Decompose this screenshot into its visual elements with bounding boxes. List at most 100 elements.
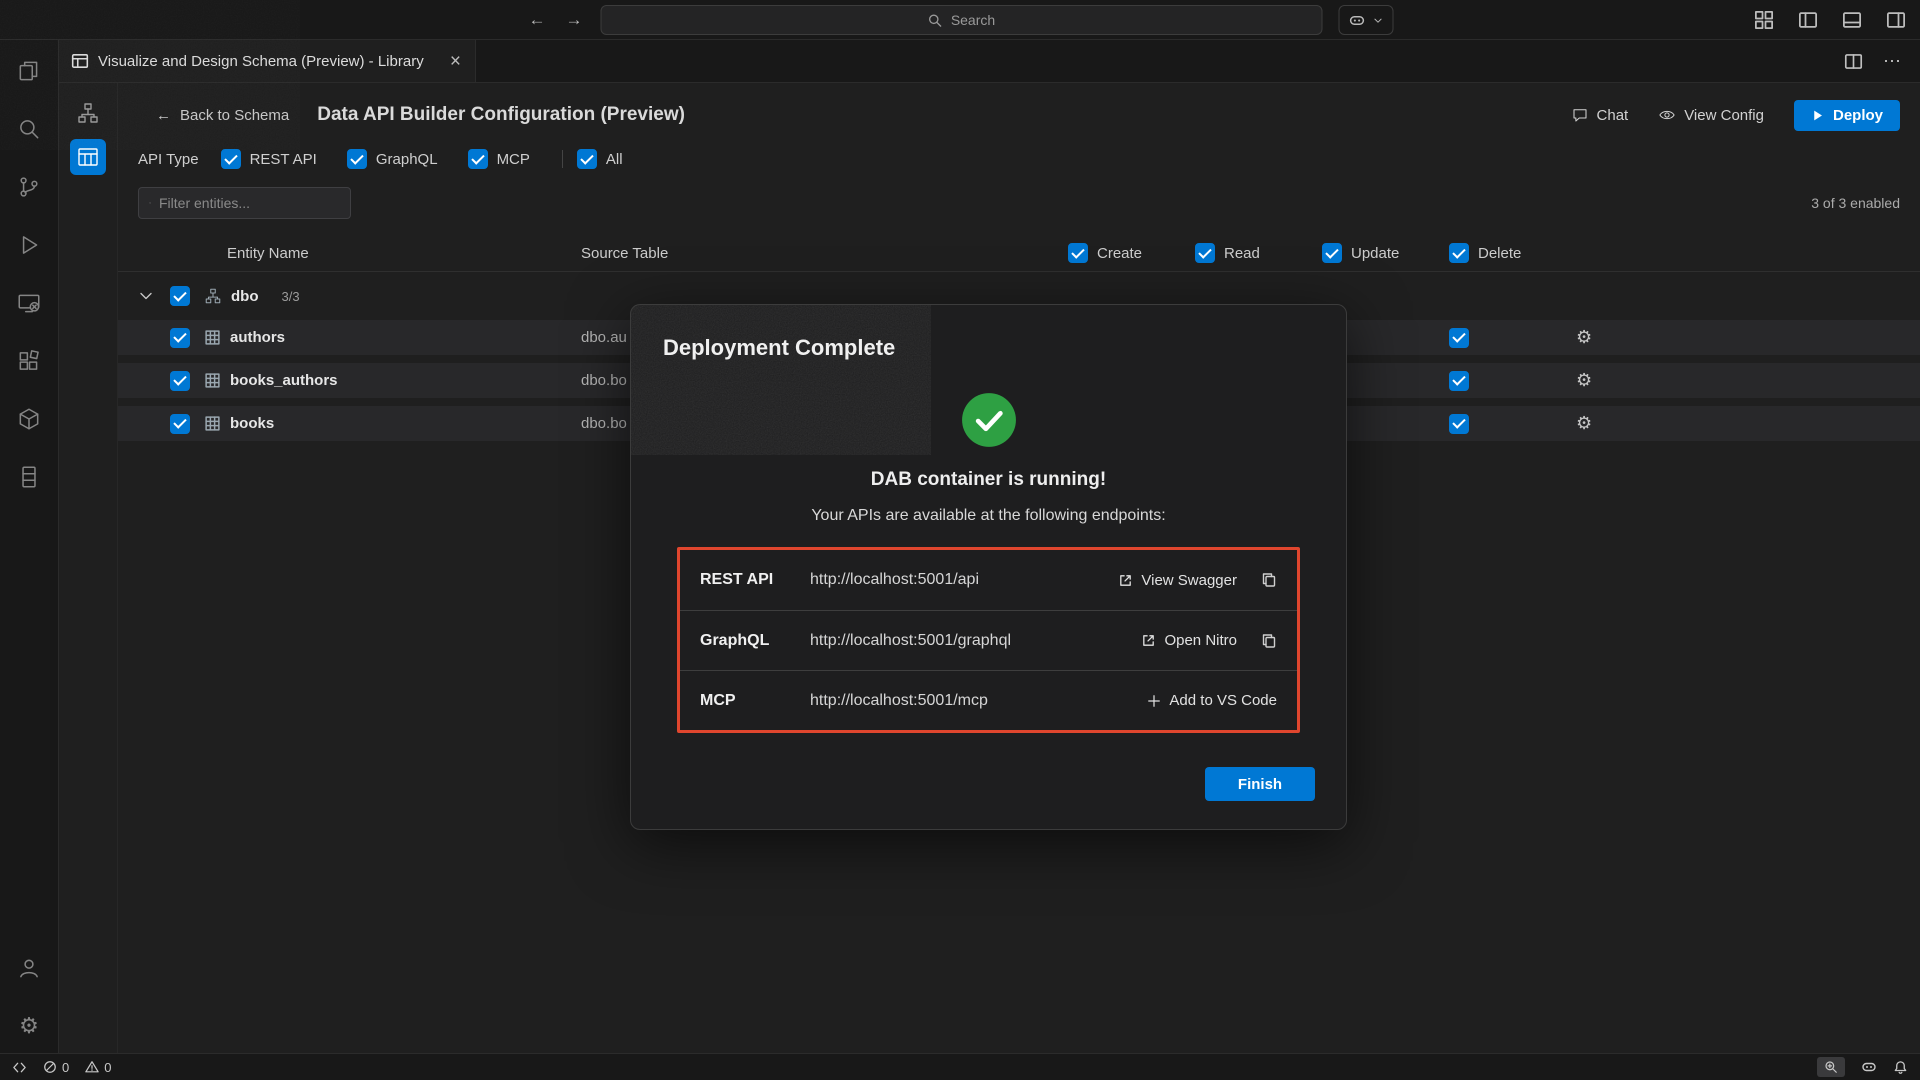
entity-name: books xyxy=(230,415,274,432)
graphql-checkbox[interactable] xyxy=(347,149,367,169)
tab-close-icon[interactable]: × xyxy=(448,52,463,71)
row-checkbox[interactable] xyxy=(170,328,190,348)
copilot-menu-button[interactable] xyxy=(1339,5,1394,35)
group-name: dbo xyxy=(231,288,259,305)
finish-button[interactable]: Finish xyxy=(1205,767,1315,801)
row-settings-gear-icon[interactable]: ⚙ xyxy=(1576,413,1616,434)
warning-icon xyxy=(85,1060,99,1074)
view-config-button[interactable]: View Config xyxy=(1658,106,1764,124)
schema-designer-icon[interactable] xyxy=(70,95,106,131)
remote-explorer-icon[interactable] xyxy=(12,286,46,320)
activity-bar: ⚙ xyxy=(0,40,59,1053)
search-sidebar-icon[interactable] xyxy=(12,112,46,146)
mcp-checkbox[interactable] xyxy=(468,149,488,169)
tab-title: Visualize and Design Schema (Preview) - … xyxy=(98,53,439,70)
container-tools-icon[interactable] xyxy=(12,402,46,436)
toggle-primary-sidebar-icon[interactable] xyxy=(1798,10,1818,30)
errors-indicator[interactable]: 0 xyxy=(43,1060,69,1075)
endpoint-row-rest: REST API http://localhost:5001/api View … xyxy=(680,550,1297,610)
zoom-indicator[interactable] xyxy=(1817,1057,1845,1077)
header-actions: Chat View Config Deploy xyxy=(1571,100,1900,131)
row-settings-gear-icon[interactable]: ⚙ xyxy=(1576,370,1616,391)
chevron-down-icon xyxy=(1373,15,1384,26)
endpoint-row-graphql: GraphQL http://localhost:5001/graphql Op… xyxy=(680,610,1297,670)
row-checkbox[interactable] xyxy=(170,371,190,391)
tab-visualize-design-schema[interactable]: Visualize and Design Schema (Preview) - … xyxy=(59,40,476,82)
filter-entities-field[interactable] xyxy=(138,187,351,219)
page-title: Data API Builder Configuration (Preview) xyxy=(317,104,685,126)
filter-entities-input[interactable] xyxy=(159,195,340,211)
customize-layout-icon[interactable] xyxy=(1754,10,1774,30)
read-header: Read xyxy=(1195,243,1322,263)
back-to-schema-label: Back to Schema xyxy=(180,107,289,124)
collapse-chevron-icon[interactable] xyxy=(138,288,170,304)
delete-checkbox[interactable] xyxy=(1449,414,1469,434)
divider xyxy=(562,150,563,168)
open-nitro-link[interactable]: Open Nitro xyxy=(1141,632,1237,649)
all-checkbox-pair[interactable]: All xyxy=(577,149,623,169)
table-header-row: Entity Name Source Table Create Read Upd… xyxy=(118,235,1920,272)
error-count: 0 xyxy=(62,1060,69,1075)
notifications-bell-icon[interactable] xyxy=(1893,1060,1908,1075)
read-all-checkbox[interactable] xyxy=(1195,243,1215,263)
database-icon[interactable] xyxy=(12,460,46,494)
filter-search-icon xyxy=(149,196,151,210)
back-to-schema-link[interactable]: ← Back to Schema xyxy=(156,107,289,124)
mcp-checkbox-pair[interactable]: MCP xyxy=(468,149,530,169)
remote-indicator-icon[interactable] xyxy=(12,1060,27,1075)
api-type-filter-row: API Type REST API GraphQL MCP xyxy=(118,141,1920,177)
extensions-icon[interactable] xyxy=(12,344,46,378)
rest-api-checkbox[interactable] xyxy=(221,149,241,169)
deploy-button[interactable]: Deploy xyxy=(1794,100,1900,131)
entity-name: authors xyxy=(230,329,285,346)
rest-api-checkbox-pair[interactable]: REST API xyxy=(221,149,317,169)
copilot-status-icon[interactable] xyxy=(1861,1059,1877,1075)
delete-checkbox[interactable] xyxy=(1449,328,1469,348)
update-all-checkbox[interactable] xyxy=(1322,243,1342,263)
play-icon xyxy=(1811,109,1824,122)
eye-icon xyxy=(1658,106,1676,124)
source-control-icon[interactable] xyxy=(12,170,46,204)
table-icon xyxy=(204,415,221,432)
endpoint-url: http://localhost:5001/graphql xyxy=(810,632,1141,650)
graphql-checkbox-pair[interactable]: GraphQL xyxy=(347,149,438,169)
create-all-checkbox[interactable] xyxy=(1068,243,1088,263)
entity-name-header: Entity Name xyxy=(227,245,581,262)
entity-name: books_authors xyxy=(230,372,338,389)
endpoint-name: MCP xyxy=(700,692,810,710)
copy-icon[interactable] xyxy=(1261,633,1277,649)
run-debug-icon[interactable] xyxy=(12,228,46,262)
webview-sidebar xyxy=(59,83,118,1053)
search-input[interactable]: Search xyxy=(601,5,1323,35)
group-checkbox[interactable] xyxy=(170,286,190,306)
chat-button[interactable]: Chat xyxy=(1571,106,1629,124)
endpoints-highlight-box: REST API http://localhost:5001/api View … xyxy=(677,547,1300,733)
history-back-button[interactable]: ← xyxy=(527,10,548,30)
row-settings-gear-icon[interactable]: ⚙ xyxy=(1576,327,1616,348)
back-arrow-icon: ← xyxy=(156,107,171,124)
history-forward-button[interactable]: → xyxy=(564,10,585,30)
chat-icon xyxy=(1571,106,1589,124)
warnings-indicator[interactable]: 0 xyxy=(85,1060,111,1075)
copy-icon[interactable] xyxy=(1261,572,1277,588)
row-checkbox[interactable] xyxy=(170,414,190,434)
view-swagger-link[interactable]: View Swagger xyxy=(1118,572,1237,589)
tab-bar: Visualize and Design Schema (Preview) - … xyxy=(59,40,1920,83)
api-builder-grid-icon[interactable] xyxy=(70,139,106,175)
toggle-panel-icon[interactable] xyxy=(1842,10,1862,30)
delete-checkbox[interactable] xyxy=(1449,371,1469,391)
delete-all-checkbox[interactable] xyxy=(1449,243,1469,263)
warning-count: 0 xyxy=(104,1060,111,1075)
explorer-icon[interactable] xyxy=(12,54,46,88)
settings-gear-icon[interactable]: ⚙ xyxy=(12,1009,46,1043)
external-link-icon xyxy=(1141,633,1156,648)
all-checkbox[interactable] xyxy=(577,149,597,169)
add-to-vscode-link[interactable]: Add to VS Code xyxy=(1147,692,1277,709)
toggle-secondary-sidebar-icon[interactable] xyxy=(1886,10,1906,30)
split-editor-icon[interactable] xyxy=(1844,52,1863,71)
account-icon[interactable] xyxy=(12,951,46,985)
external-link-icon xyxy=(1118,573,1133,588)
endpoint-row-mcp: MCP http://localhost:5001/mcp Add to VS … xyxy=(680,670,1297,730)
zoom-icon xyxy=(1824,1060,1838,1074)
more-actions-icon[interactable]: ⋯ xyxy=(1883,51,1902,72)
